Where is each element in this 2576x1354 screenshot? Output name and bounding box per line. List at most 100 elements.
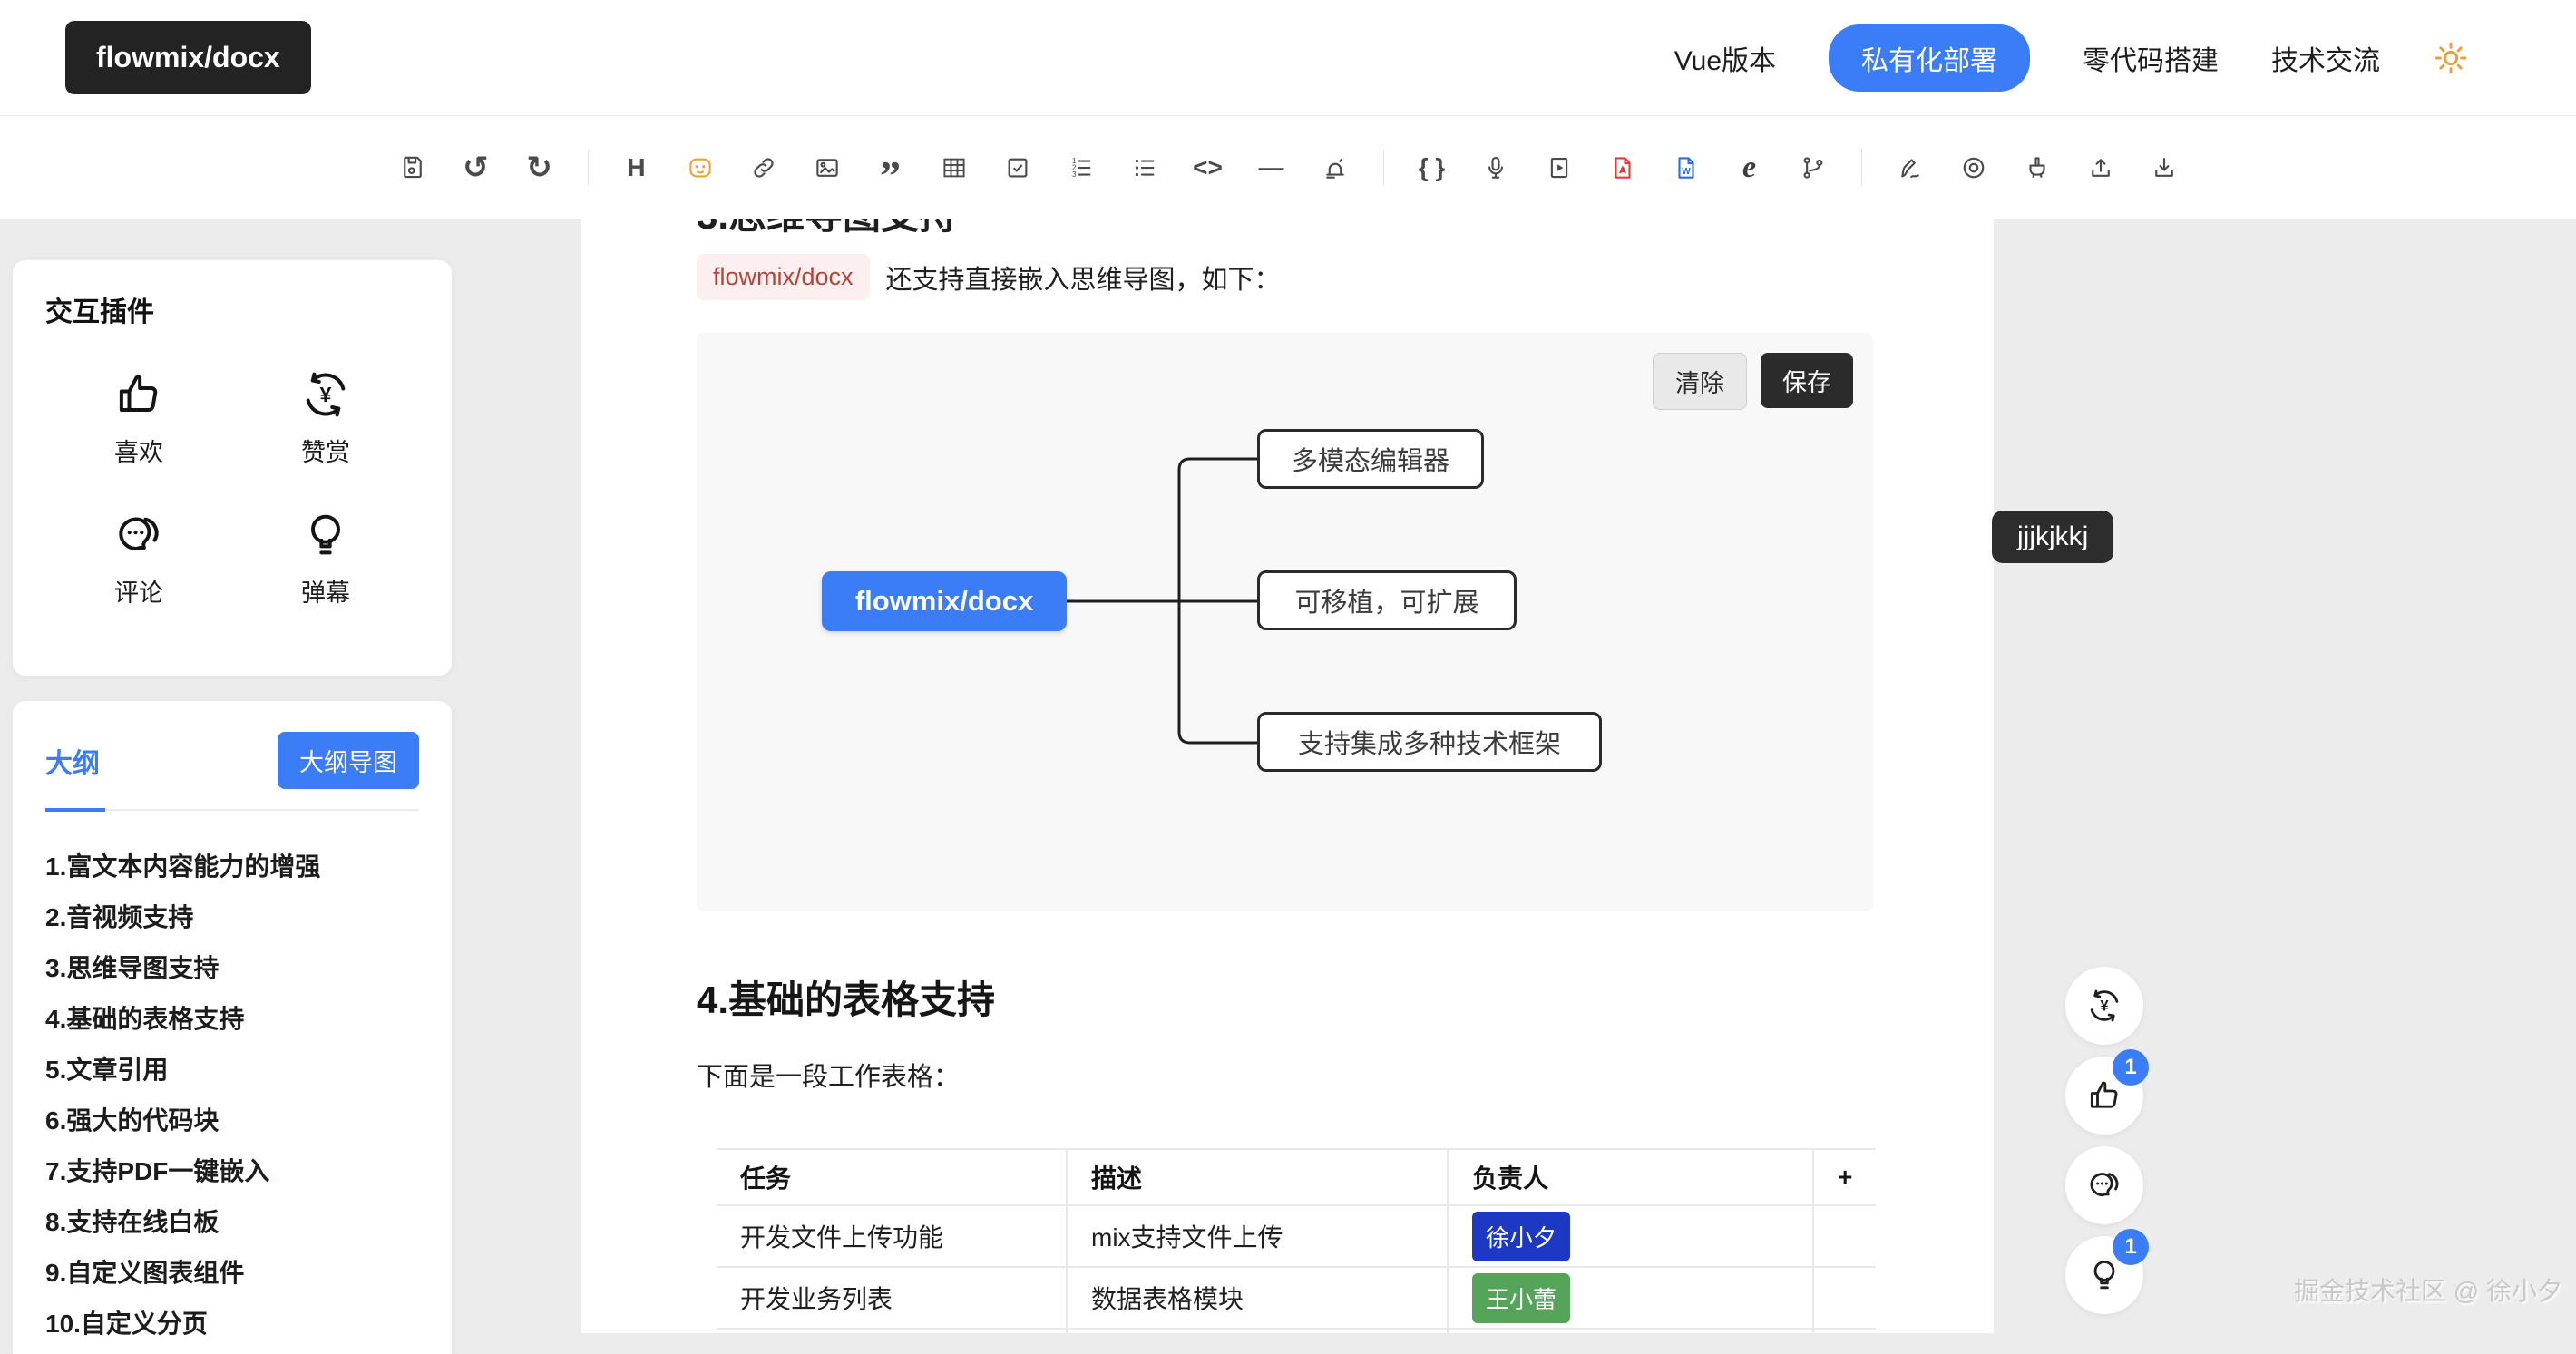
horizontal-rule-icon[interactable]: — xyxy=(1256,152,1287,183)
image-icon[interactable] xyxy=(812,152,843,183)
cell-owner[interactable]: 王小蕾 xyxy=(1448,1267,1813,1329)
mindmap-branch-node[interactable]: 多模态编辑器 xyxy=(1257,429,1484,489)
outline-map-button[interactable]: 大纲导图 xyxy=(278,732,419,789)
cell-owner[interactable]: 徐小夕 xyxy=(1448,1205,1813,1267)
save-icon[interactable] xyxy=(397,152,428,183)
table-icon[interactable] xyxy=(939,152,970,183)
pdf-icon[interactable] xyxy=(1607,152,1638,183)
plugin-danmaku[interactable]: 弹幕 xyxy=(232,510,419,609)
upload-icon[interactable] xyxy=(2085,152,2116,183)
heading-icon[interactable]: H xyxy=(621,152,652,183)
plugin-grid: 喜欢 赞赏 评论 弹幕 xyxy=(45,369,419,609)
outline-item-5[interactable]: 5.文章引用 xyxy=(45,1045,419,1096)
idea-fab[interactable]: 1 xyxy=(2065,1236,2143,1314)
plugin-like[interactable]: 喜欢 xyxy=(45,369,232,468)
word-icon[interactable]: W xyxy=(1671,152,1702,183)
cell-desc[interactable]: 数据表格模块 xyxy=(1067,1267,1448,1329)
idea-count-badge: 1 xyxy=(2113,1229,2149,1265)
nav-nocode-build[interactable]: 零代码搭建 xyxy=(2083,38,2219,78)
redo-icon[interactable]: ↻ xyxy=(524,152,555,183)
watermark-text: 掘金技术社区 @ 徐小夕 xyxy=(2294,1271,2562,1308)
table-section-intro: 下面是一段工作表格： xyxy=(697,1056,1994,1094)
app-logo: flowmix/docx xyxy=(65,21,311,94)
plugin-reward[interactable]: 赞赏 xyxy=(232,369,419,468)
outline-list: 1.富文本内容能力的增强 2.音视频支持 3.思维导图支持 4.基础的表格支持 … xyxy=(45,842,419,1349)
mindmap-branch-node[interactable]: 支持集成多种技术框架 xyxy=(1257,712,1602,772)
thumbs-up-icon xyxy=(113,369,164,420)
nav-tech-community[interactable]: 技术交流 xyxy=(2271,38,2380,78)
preview-icon[interactable] xyxy=(1958,152,1989,183)
table-section-heading: 4.基础的表格支持 xyxy=(697,969,1994,1025)
outline-item-10[interactable]: 10.自定义分页 xyxy=(45,1299,419,1349)
reward-fab[interactable] xyxy=(2065,967,2143,1045)
link-icon[interactable] xyxy=(748,152,779,183)
col-header-owner[interactable]: 负责人 xyxy=(1448,1149,1813,1205)
video-icon[interactable] xyxy=(1544,152,1575,183)
nav-private-deploy-button[interactable]: 私有化部署 xyxy=(1829,24,2030,92)
reward-refresh-icon xyxy=(300,369,351,420)
cell-task[interactable] xyxy=(717,1329,1067,1333)
undo-icon[interactable]: ↺ xyxy=(461,152,492,183)
outline-item-6[interactable]: 6.强大的代码块 xyxy=(45,1096,419,1146)
cell-task[interactable]: 开发业务列表 xyxy=(717,1267,1067,1329)
git-branch-icon[interactable] xyxy=(1798,152,1829,183)
plugin-reward-label: 赞赏 xyxy=(301,433,350,468)
tab-outline[interactable]: 大纲 xyxy=(45,741,100,781)
top-header: flowmix/docx Vue版本 私有化部署 零代码搭建 技术交流 xyxy=(0,0,2576,116)
comment-tooltip: jjjkjkkj xyxy=(1992,511,2113,563)
like-fab[interactable]: 1 xyxy=(2065,1057,2143,1135)
quote-icon[interactable]: ” xyxy=(875,152,906,183)
cell-task[interactable]: 开发文件上传功能 xyxy=(717,1205,1067,1267)
editor-toolbar: ↺ ↻ H ” 123 <> — { } W e xyxy=(0,116,2576,219)
ordered-list-icon[interactable]: 123 xyxy=(1066,152,1097,183)
task-list-icon[interactable] xyxy=(1002,152,1033,183)
code-block-icon[interactable]: { } xyxy=(1417,152,1448,183)
nav-vue-version[interactable]: Vue版本 xyxy=(1674,38,1776,78)
plugin-comment[interactable]: 评论 xyxy=(45,510,232,609)
unordered-list-icon[interactable] xyxy=(1129,152,1160,183)
inline-code-chip: flowmix/docx xyxy=(697,254,870,300)
outline-item-3[interactable]: 3.思维导图支持 xyxy=(45,943,419,994)
outline-item-7[interactable]: 7.支持PDF一键嵌入 xyxy=(45,1146,419,1197)
comment-fab[interactable] xyxy=(2065,1146,2143,1224)
cell-owner[interactable] xyxy=(1448,1329,1813,1333)
document-canvas[interactable]: 3.思维导图支持 flowmix/docx 还支持直接嵌入思维导图，如下： 清除… xyxy=(581,219,1994,1333)
table-row: 开发业务列表 数据表格模块 王小蕾 xyxy=(717,1267,1876,1329)
owner-badge: 徐小夕 xyxy=(1472,1212,1570,1261)
inline-code-icon[interactable]: <> xyxy=(1193,152,1224,183)
outline-item-1[interactable]: 1.富文本内容能力的增强 xyxy=(45,842,419,892)
browser-icon[interactable]: e xyxy=(1734,152,1765,183)
toolbar-divider xyxy=(1861,150,1862,186)
cell-desc[interactable] xyxy=(1067,1329,1448,1333)
col-header-task[interactable]: 任务 xyxy=(717,1149,1067,1205)
plugin-danmaku-label: 弹幕 xyxy=(301,573,350,609)
download-icon[interactable] xyxy=(2149,152,2180,183)
toolbar-divider xyxy=(588,150,589,186)
lightbulb-icon xyxy=(300,510,351,560)
svg-text:3: 3 xyxy=(1072,170,1077,179)
outline-item-4[interactable]: 4.基础的表格支持 xyxy=(45,994,419,1045)
mindmap-root-node[interactable]: flowmix/docx xyxy=(822,571,1067,631)
mindmap-branch-node[interactable]: 可移植，可扩展 xyxy=(1257,570,1517,630)
emoji-icon[interactable] xyxy=(685,152,716,183)
thumbs-up-icon xyxy=(2086,1077,2122,1114)
outline-item-9[interactable]: 9.自定义图表组件 xyxy=(45,1248,419,1299)
lightbulb-icon xyxy=(2086,1257,2122,1293)
theme-sun-icon[interactable] xyxy=(2433,40,2469,76)
signature-icon[interactable] xyxy=(1895,152,1926,183)
cell-desc[interactable]: mix支持文件上传 xyxy=(1067,1205,1448,1267)
comment-icon xyxy=(113,510,164,560)
format-brush-icon[interactable] xyxy=(2022,152,2053,183)
col-header-desc[interactable]: 描述 xyxy=(1067,1149,1448,1205)
outline-separator xyxy=(45,809,419,811)
toolbar-divider xyxy=(1383,150,1384,186)
table-row xyxy=(717,1329,1876,1333)
add-column-button[interactable]: + xyxy=(1813,1149,1876,1205)
intro-paragraph: flowmix/docx 还支持直接嵌入思维导图，如下： xyxy=(697,254,1994,300)
top-nav: Vue版本 私有化部署 零代码搭建 技术交流 xyxy=(1674,24,2469,92)
outline-item-2[interactable]: 2.音视频支持 xyxy=(45,892,419,943)
outline-item-8[interactable]: 8.支持在线白板 xyxy=(45,1197,419,1248)
microphone-icon[interactable] xyxy=(1480,152,1511,183)
plugin-like-label: 喜欢 xyxy=(114,433,163,468)
alert-lamp-icon[interactable] xyxy=(1320,152,1351,183)
